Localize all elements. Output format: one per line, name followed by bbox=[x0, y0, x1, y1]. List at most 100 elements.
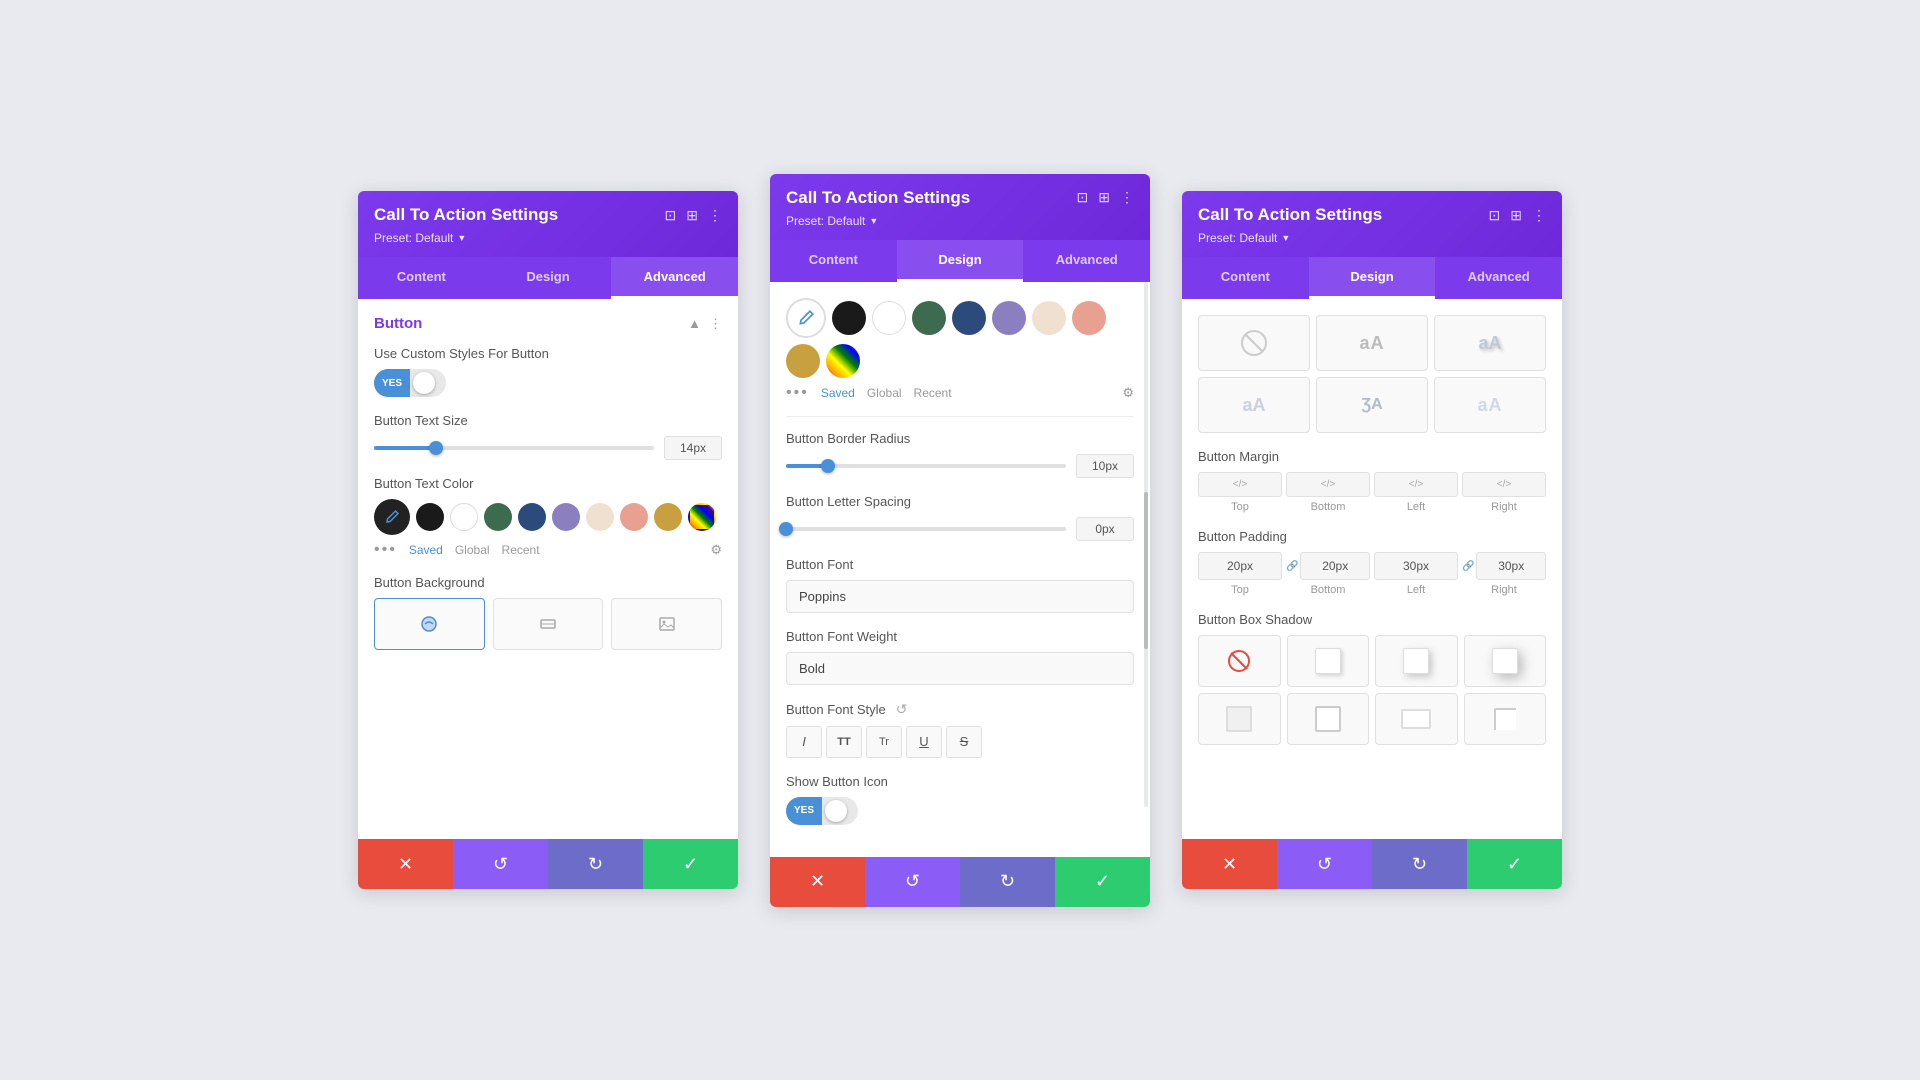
color-tab-global-2[interactable]: Global bbox=[867, 386, 902, 400]
text-size-thumb[interactable] bbox=[429, 441, 443, 455]
color-swatch-gold[interactable] bbox=[654, 503, 682, 531]
shadow-outline[interactable] bbox=[1287, 693, 1370, 745]
shadow-inner-sm[interactable] bbox=[1198, 693, 1281, 745]
color-lg-salmon[interactable] bbox=[1072, 301, 1106, 335]
color-tab-saved-2[interactable]: Saved bbox=[821, 386, 855, 400]
text-size-value[interactable]: 14px bbox=[664, 436, 722, 460]
responsive-icon[interactable]: ⊡ bbox=[665, 207, 677, 224]
font-style-strikethrough[interactable]: S bbox=[946, 726, 982, 758]
save-button-2[interactable]: ✓ bbox=[1055, 857, 1150, 907]
shadow-none[interactable] bbox=[1198, 635, 1281, 687]
responsive-icon-2[interactable]: ⊡ bbox=[1077, 189, 1089, 206]
custom-styles-toggle[interactable]: YES bbox=[374, 369, 446, 397]
color-lg-green[interactable] bbox=[912, 301, 946, 335]
border-radius-value[interactable]: 10px bbox=[1076, 454, 1134, 478]
undo-button-3[interactable]: ↺ bbox=[1277, 839, 1372, 889]
color-lg-peach[interactable] bbox=[1032, 301, 1066, 335]
layout-icon[interactable]: ⊞ bbox=[686, 207, 698, 224]
color-settings-icon-2[interactable]: ⚙ bbox=[1122, 385, 1134, 401]
tab-content-2[interactable]: Content bbox=[770, 240, 897, 282]
bg-color-option[interactable] bbox=[374, 598, 485, 650]
show-icon-toggle[interactable]: YES bbox=[786, 797, 858, 825]
color-tab-recent-1[interactable]: Recent bbox=[502, 543, 540, 557]
color-lg-purple[interactable] bbox=[992, 301, 1026, 335]
margin-right-input[interactable]: </> bbox=[1462, 472, 1546, 497]
color-lg-navy[interactable] bbox=[952, 301, 986, 335]
layout-icon-2[interactable]: ⊞ bbox=[1098, 189, 1110, 206]
tab-advanced-2[interactable]: Advanced bbox=[1023, 240, 1150, 282]
text-style-normal[interactable]: aA bbox=[1316, 315, 1428, 371]
color-swatch-green[interactable] bbox=[484, 503, 512, 531]
border-radius-thumb[interactable] bbox=[821, 459, 835, 473]
color-more-dots[interactable]: ••• bbox=[374, 541, 397, 559]
bg-gradient-option[interactable] bbox=[493, 598, 604, 650]
more-icon[interactable]: ⋮ bbox=[708, 207, 722, 224]
color-picker-btn-2[interactable] bbox=[786, 298, 826, 338]
save-button-1[interactable]: ✓ bbox=[643, 839, 738, 889]
text-style-shadow1[interactable]: aA bbox=[1434, 315, 1546, 371]
text-style-none[interactable] bbox=[1198, 315, 1310, 371]
scrollbar-track[interactable] bbox=[1144, 282, 1148, 807]
redo-button-3[interactable]: ↻ bbox=[1372, 839, 1467, 889]
font-style-capitalize[interactable]: Tr bbox=[866, 726, 902, 758]
color-swatch-black[interactable] bbox=[416, 503, 444, 531]
border-radius-track[interactable] bbox=[786, 464, 1066, 468]
bg-image-option[interactable] bbox=[611, 598, 722, 650]
color-settings-icon-1[interactable]: ⚙ bbox=[710, 542, 722, 558]
color-lg-black[interactable] bbox=[832, 301, 866, 335]
font-style-underline[interactable]: U bbox=[906, 726, 942, 758]
tab-content-3[interactable]: Content bbox=[1182, 257, 1309, 299]
shadow-sm[interactable] bbox=[1287, 635, 1370, 687]
panel-2-preset[interactable]: Preset: Default bbox=[786, 214, 1134, 228]
layout-icon-3[interactable]: ⊞ bbox=[1510, 207, 1522, 224]
color-swatch-navy[interactable] bbox=[518, 503, 546, 531]
redo-button-1[interactable]: ↻ bbox=[548, 839, 643, 889]
panel-1-preset[interactable]: Preset: Default bbox=[374, 231, 722, 245]
color-lg-white[interactable] bbox=[872, 301, 906, 335]
tab-design-2[interactable]: Design bbox=[897, 240, 1024, 282]
padding-top-input[interactable]: 20px bbox=[1198, 552, 1282, 580]
color-lg-rainbow[interactable] bbox=[826, 344, 860, 378]
tab-advanced-3[interactable]: Advanced bbox=[1435, 257, 1562, 299]
color-swatch-peach[interactable] bbox=[586, 503, 614, 531]
color-tab-global-1[interactable]: Global bbox=[455, 543, 490, 557]
tab-design-3[interactable]: Design bbox=[1309, 257, 1436, 299]
undo-button-2[interactable]: ↺ bbox=[865, 857, 960, 907]
panel-3-preset[interactable]: Preset: Default bbox=[1198, 231, 1546, 245]
color-lg-gold[interactable] bbox=[786, 344, 820, 378]
padding-right-input[interactable]: 30px bbox=[1476, 552, 1546, 580]
padding-bottom-input[interactable]: 20px bbox=[1300, 552, 1370, 580]
shadow-lg[interactable] bbox=[1464, 635, 1547, 687]
margin-top-input[interactable]: </> bbox=[1198, 472, 1282, 497]
padding-left-input[interactable]: 30px bbox=[1374, 552, 1458, 580]
color-tab-recent-2[interactable]: Recent bbox=[914, 386, 952, 400]
tab-content-1[interactable]: Content bbox=[358, 257, 485, 299]
letter-spacing-track[interactable] bbox=[786, 527, 1066, 531]
tab-advanced-1[interactable]: Advanced bbox=[611, 257, 738, 299]
text-style-emboss[interactable]: ƷA bbox=[1316, 377, 1428, 433]
text-style-shadow2[interactable]: aA bbox=[1198, 377, 1310, 433]
color-swatch-salmon[interactable] bbox=[620, 503, 648, 531]
color-swatch-purple[interactable] bbox=[552, 503, 580, 531]
more-icon-3[interactable]: ⋮ bbox=[1532, 207, 1546, 224]
section-more-icon[interactable]: ⋮ bbox=[709, 316, 722, 332]
cancel-button-2[interactable]: ✕ bbox=[770, 857, 865, 907]
font-weight-select[interactable]: Bold bbox=[786, 652, 1134, 685]
color-swatch-white[interactable] bbox=[450, 503, 478, 531]
color-picker-btn-1[interactable] bbox=[374, 499, 410, 535]
margin-bottom-input[interactable]: </> bbox=[1286, 472, 1370, 497]
cancel-button-3[interactable]: ✕ bbox=[1182, 839, 1277, 889]
margin-left-input[interactable]: </> bbox=[1374, 472, 1458, 497]
color-tab-saved-1[interactable]: Saved bbox=[409, 543, 443, 557]
button-font-select[interactable]: Poppins bbox=[786, 580, 1134, 613]
letter-spacing-value[interactable]: 0px bbox=[1076, 517, 1134, 541]
font-style-italic[interactable]: I bbox=[786, 726, 822, 758]
text-size-track[interactable] bbox=[374, 446, 654, 450]
collapse-icon[interactable]: ▲ bbox=[688, 316, 701, 332]
font-style-reset[interactable]: ↺ bbox=[896, 701, 908, 718]
font-style-uppercase[interactable]: TT bbox=[826, 726, 862, 758]
letter-spacing-thumb[interactable] bbox=[779, 522, 793, 536]
shadow-spread[interactable] bbox=[1375, 693, 1458, 745]
color-more-dots-2[interactable]: ••• bbox=[786, 384, 809, 402]
cancel-button-1[interactable]: ✕ bbox=[358, 839, 453, 889]
